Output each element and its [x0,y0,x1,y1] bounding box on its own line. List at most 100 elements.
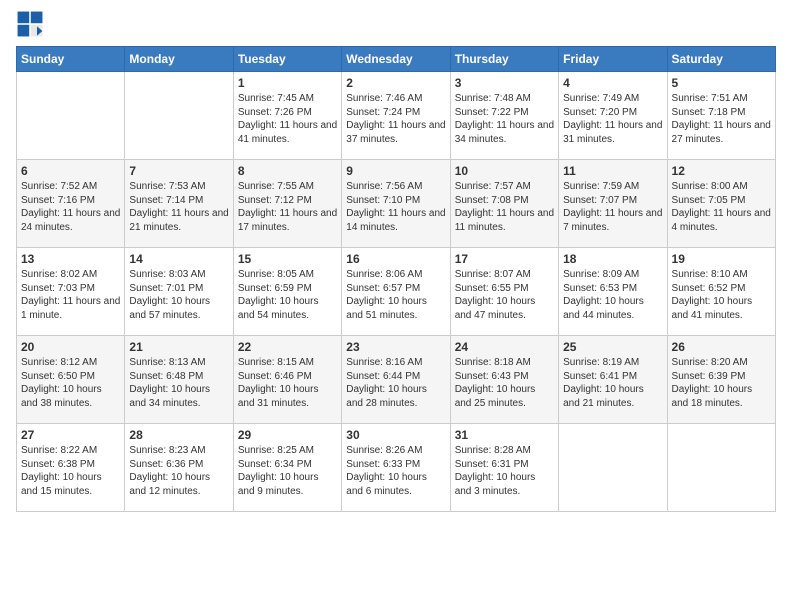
day-info: Sunrise: 8:16 AM Sunset: 6:44 PM Dayligh… [346,356,445,410]
day-number: 27 [21,428,120,442]
day-cell: 25Sunrise: 8:19 AM Sunset: 6:41 PM Dayli… [559,336,667,424]
day-info: Sunrise: 8:03 AM Sunset: 7:01 PM Dayligh… [129,268,228,322]
day-cell: 19 Sunrise: 8:10 AM Sunset: 6:52 PM Dayli… [667,248,775,336]
day-number: 4 [563,76,662,90]
week-row-5: 27 Sunrise: 8:22 AM Sunset: 6:38 PM Dayli… [17,424,776,512]
day-number: 14 [129,252,228,266]
day-info: Sunrise: 8:09 AM Sunset: 6:53 PM Dayligh… [563,268,662,322]
day-number: 23 [346,340,445,354]
day-number: 18 [563,252,662,266]
day-cell: 22 Sunrise: 8:15 AM Sunset: 6:46 PM Dayli… [233,336,341,424]
day-info: Sunrise: 8:00 AM Sunset: 7:05 PM Dayligh… [672,180,771,234]
day-cell: 23 Sunrise: 8:16 AM Sunset: 6:44 PM Dayli… [342,336,450,424]
day-number: 26 [672,340,771,354]
day-cell: 27 Sunrise: 8:22 AM Sunset: 6:38 PM Dayli… [17,424,125,512]
day-number: 30 [346,428,445,442]
day-cell: 15Sunrise: 8:05 AM Sunset: 6:59 PM Dayli… [233,248,341,336]
day-cell: 4 Sunrise: 7:49 AM Sunset: 7:20 PM Daylig… [559,72,667,160]
page: SundayMondayTuesdayWednesdayThursdayFrid… [0,0,792,612]
day-cell [559,424,667,512]
day-cell: 20 Sunrise: 8:12 AM Sunset: 6:50 PM Dayli… [17,336,125,424]
day-number: 31 [455,428,554,442]
day-info: Sunrise: 8:25 AM Sunset: 6:34 PM Dayligh… [238,444,337,498]
day-cell: 28 Sunrise: 8:23 AM Sunset: 6:36 PM Dayli… [125,424,233,512]
day-cell: 9 Sunrise: 7:56 AM Sunset: 7:10 PM Daylig… [342,160,450,248]
day-info: Sunrise: 8:15 AM Sunset: 6:46 PM Dayligh… [238,356,337,410]
week-row-2: 6 Sunrise: 7:52 AM Sunset: 7:16 PM Daylig… [17,160,776,248]
day-cell [667,424,775,512]
day-info: Sunrise: 8:18 AM Sunset: 6:43 PM Dayligh… [455,356,554,410]
day-info: Sunrise: 7:59 AM Sunset: 7:07 PM Dayligh… [563,180,662,234]
day-cell: 11 Sunrise: 7:59 AM Sunset: 7:07 PM Dayli… [559,160,667,248]
day-number: 17 [455,252,554,266]
day-info: Sunrise: 7:55 AM Sunset: 7:12 PM Dayligh… [238,180,337,234]
day-cell: 14 Sunrise: 8:03 AM Sunset: 7:01 PM Dayli… [125,248,233,336]
day-cell: 5 Sunrise: 7:51 AM Sunset: 7:18 PM Daylig… [667,72,775,160]
day-info: Sunrise: 8:26 AM Sunset: 6:33 PM Dayligh… [346,444,445,498]
day-number: 8 [238,164,337,178]
day-cell: 29 Sunrise: 8:25 AM Sunset: 6:34 PM Dayli… [233,424,341,512]
header-cell-friday: Friday [559,47,667,72]
day-cell: 16 Sunrise: 8:06 AM Sunset: 6:57 PM Dayli… [342,248,450,336]
day-cell: 1Sunrise: 7:45 AM Sunset: 7:26 PM Daylig… [233,72,341,160]
day-number: 13 [21,252,120,266]
day-info: Sunrise: 7:51 AM Sunset: 7:18 PM Dayligh… [672,92,771,146]
day-cell: 6 Sunrise: 7:52 AM Sunset: 7:16 PM Daylig… [17,160,125,248]
day-info: Sunrise: 8:22 AM Sunset: 6:38 PM Dayligh… [21,444,120,498]
day-info: Sunrise: 8:23 AM Sunset: 6:36 PM Dayligh… [129,444,228,498]
day-number: 3 [455,76,554,90]
day-cell: 12 Sunrise: 8:00 AM Sunset: 7:05 PM Dayli… [667,160,775,248]
day-cell: 18 Sunrise: 8:09 AM Sunset: 6:53 PM Dayli… [559,248,667,336]
day-info: Sunrise: 8:06 AM Sunset: 6:57 PM Dayligh… [346,268,445,322]
day-info: Sunrise: 8:02 AM Sunset: 7:03 PM Dayligh… [21,268,120,322]
week-row-3: 13 Sunrise: 8:02 AM Sunset: 7:03 PM Dayli… [17,248,776,336]
day-number: 19 [672,252,771,266]
day-number: 9 [346,164,445,178]
header-cell-sunday: Sunday [17,47,125,72]
header-cell-thursday: Thursday [450,47,558,72]
day-number: 16 [346,252,445,266]
day-number: 21 [129,340,228,354]
day-info: Sunrise: 7:53 AM Sunset: 7:14 PM Dayligh… [129,180,228,234]
day-info: Sunrise: 8:07 AM Sunset: 6:55 PM Dayligh… [455,268,554,322]
logo [16,10,46,38]
day-info: Sunrise: 7:56 AM Sunset: 7:10 PM Dayligh… [346,180,445,234]
header-cell-monday: Monday [125,47,233,72]
day-cell [125,72,233,160]
day-cell: 10Sunrise: 7:57 AM Sunset: 7:08 PM Dayli… [450,160,558,248]
day-info: Sunrise: 7:45 AM Sunset: 7:26 PM Dayligh… [238,92,337,146]
day-number: 28 [129,428,228,442]
day-cell: 26 Sunrise: 8:20 AM Sunset: 6:39 PM Dayli… [667,336,775,424]
day-cell: 21 Sunrise: 8:13 AM Sunset: 6:48 PM Dayli… [125,336,233,424]
day-number: 11 [563,164,662,178]
header-cell-saturday: Saturday [667,47,775,72]
week-row-1: 1Sunrise: 7:45 AM Sunset: 7:26 PM Daylig… [17,72,776,160]
day-cell: 2 Sunrise: 7:46 AM Sunset: 7:24 PM Daylig… [342,72,450,160]
day-number: 12 [672,164,771,178]
day-info: Sunrise: 8:28 AM Sunset: 6:31 PM Dayligh… [455,444,554,498]
day-number: 22 [238,340,337,354]
header [16,10,776,38]
day-info: Sunrise: 8:10 AM Sunset: 6:52 PM Dayligh… [672,268,771,322]
calendar-table: SundayMondayTuesdayWednesdayThursdayFrid… [16,46,776,512]
day-cell: 8 Sunrise: 7:55 AM Sunset: 7:12 PM Daylig… [233,160,341,248]
day-number: 20 [21,340,120,354]
day-info: Sunrise: 7:52 AM Sunset: 7:16 PM Dayligh… [21,180,120,234]
day-cell: 7Sunrise: 7:53 AM Sunset: 7:14 PM Daylig… [125,160,233,248]
week-row-4: 20 Sunrise: 8:12 AM Sunset: 6:50 PM Dayli… [17,336,776,424]
day-number: 29 [238,428,337,442]
day-number: 5 [672,76,771,90]
logo-icon [16,10,44,38]
day-info: Sunrise: 8:20 AM Sunset: 6:39 PM Dayligh… [672,356,771,410]
day-cell [17,72,125,160]
day-cell: 3Sunrise: 7:48 AM Sunset: 7:22 PM Daylig… [450,72,558,160]
day-info: Sunrise: 8:13 AM Sunset: 6:48 PM Dayligh… [129,356,228,410]
day-number: 2 [346,76,445,90]
day-cell: 17 Sunrise: 8:07 AM Sunset: 6:55 PM Dayli… [450,248,558,336]
day-number: 6 [21,164,120,178]
day-info: Sunrise: 7:46 AM Sunset: 7:24 PM Dayligh… [346,92,445,146]
day-info: Sunrise: 8:19 AM Sunset: 6:41 PM Dayligh… [563,356,662,410]
day-info: Sunrise: 7:49 AM Sunset: 7:20 PM Dayligh… [563,92,662,146]
day-cell: 30 Sunrise: 8:26 AM Sunset: 6:33 PM Dayli… [342,424,450,512]
day-info: Sunrise: 8:12 AM Sunset: 6:50 PM Dayligh… [21,356,120,410]
